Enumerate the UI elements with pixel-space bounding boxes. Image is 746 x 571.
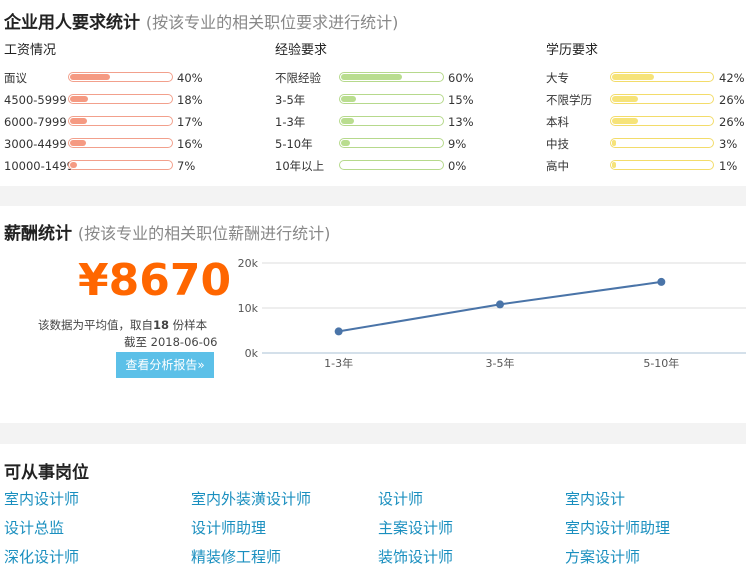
job-link[interactable]: 设计师 bbox=[378, 488, 423, 509]
x-tick-label: 5-10年 bbox=[643, 356, 679, 370]
education-percent: 26% bbox=[719, 93, 745, 107]
view-report-button[interactable]: 查看分析报告» bbox=[116, 352, 214, 378]
education-heading: 学历要求 bbox=[546, 43, 599, 58]
education-bar bbox=[610, 138, 714, 148]
job-link[interactable]: 设计师助理 bbox=[191, 517, 266, 538]
average-salary: ¥8670 bbox=[78, 255, 232, 306]
data-point bbox=[496, 300, 504, 309]
education-row: 不限学历 26% bbox=[0, 92, 746, 114]
education-label: 中技 bbox=[546, 137, 569, 151]
data-point bbox=[334, 327, 343, 336]
education-bar bbox=[610, 160, 714, 170]
job-link[interactable]: 设计总监 bbox=[4, 517, 64, 538]
job-link[interactable]: 室内设计师 bbox=[4, 488, 79, 509]
education-percent: 1% bbox=[719, 159, 738, 173]
education-bar bbox=[610, 72, 714, 82]
education-label: 本科 bbox=[546, 115, 569, 129]
date-note: 截至 2018-06-06 bbox=[124, 335, 218, 349]
education-row: 本科 26% bbox=[0, 114, 746, 136]
education-column: 学历要求大专 42% 不限学历 26% 本科 26% 中技 3% 高中 1% bbox=[0, 42, 746, 180]
education-bar-fill bbox=[612, 162, 616, 168]
data-point bbox=[657, 277, 666, 286]
requirements-subtitle: (按该专业的相关职位要求进行统计) bbox=[145, 13, 399, 32]
y-tick-label: 0k bbox=[245, 347, 259, 360]
education-row: 中技 3% bbox=[0, 136, 746, 158]
y-tick-label: 10k bbox=[238, 302, 259, 315]
education-label: 大专 bbox=[546, 71, 569, 85]
education-percent: 42% bbox=[719, 71, 745, 85]
x-tick-label: 3-5年 bbox=[486, 356, 515, 370]
job-link[interactable]: 室内外装潢设计师 bbox=[191, 488, 311, 509]
job-link[interactable]: 主案设计师 bbox=[378, 517, 453, 538]
education-bar bbox=[610, 94, 714, 104]
salary-subtitle: (按该专业的相关职位薪酬进行统计) bbox=[77, 224, 331, 243]
education-label: 高中 bbox=[546, 159, 569, 173]
salary-line-chart: 0k 10k 20k 1-3年 3-5年 5-10年 bbox=[238, 257, 746, 370]
sample-count: 18 bbox=[153, 318, 170, 332]
sample-note-prefix: 该数据为平均值，取自 bbox=[38, 318, 153, 332]
job-link[interactable]: 方案设计师 bbox=[565, 546, 640, 567]
education-percent: 3% bbox=[719, 137, 738, 151]
requirements-heading: 企业用人要求统计 bbox=[4, 13, 140, 33]
education-bar-fill bbox=[612, 96, 638, 102]
sample-note-suffix: 份样本 bbox=[172, 318, 208, 332]
education-bar-fill bbox=[612, 118, 638, 124]
education-bar-fill bbox=[612, 140, 616, 146]
salary-heading: 薪酬统计 bbox=[4, 224, 72, 244]
requirements-title: 企业用人要求统计 (按该专业的相关职位要求进行统计) bbox=[4, 8, 398, 33]
section-divider bbox=[0, 186, 746, 206]
jobs-title: 可从事岗位 bbox=[4, 463, 89, 483]
salary-title: 薪酬统计 (按该专业的相关职位薪酬进行统计) bbox=[4, 219, 330, 244]
education-bar-fill bbox=[612, 74, 654, 80]
education-label: 不限学历 bbox=[546, 93, 592, 107]
y-tick-label: 20k bbox=[238, 257, 259, 270]
education-row: 大专 42% bbox=[0, 70, 746, 92]
education-row: 高中 1% bbox=[0, 158, 746, 180]
job-link[interactable]: 室内设计 bbox=[565, 488, 625, 509]
job-link[interactable]: 深化设计师 bbox=[4, 546, 79, 567]
job-link[interactable]: 装饰设计师 bbox=[378, 546, 453, 567]
section-divider-2 bbox=[0, 423, 746, 444]
education-percent: 26% bbox=[719, 115, 745, 129]
sample-note: 该数据为平均值，取自18 份样本 bbox=[38, 317, 207, 333]
job-link[interactable]: 室内设计师助理 bbox=[565, 517, 670, 538]
x-tick-label: 1-3年 bbox=[324, 356, 353, 370]
education-bar bbox=[610, 116, 714, 126]
job-link[interactable]: 精装修工程师 bbox=[191, 546, 281, 567]
